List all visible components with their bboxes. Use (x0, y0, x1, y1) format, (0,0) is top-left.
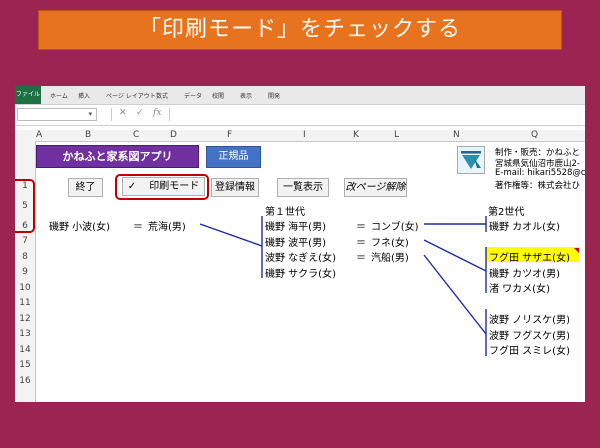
print-mode-highlight-box (115, 174, 209, 200)
family-tree-connectors (199, 216, 579, 356)
connector-line (199, 223, 263, 247)
row-highlight-box (15, 179, 35, 233)
comment-marker (574, 248, 579, 253)
excel-window: ファイル ホーム 挿入 ページ レイアウト 数式 データ 校閲 表示 開発 ▾ … (15, 86, 585, 402)
slide-title: 「印刷モード」をチェックする (38, 10, 562, 50)
